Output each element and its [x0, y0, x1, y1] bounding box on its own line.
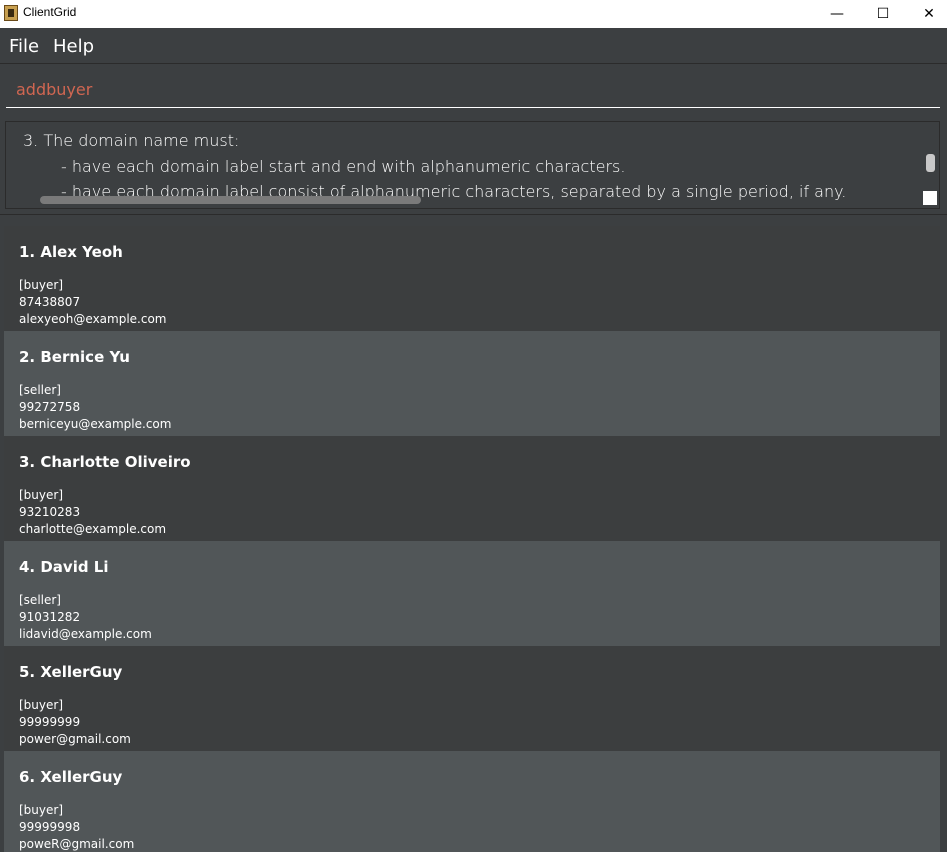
person-role: [seller] — [19, 383, 61, 397]
person-name: 5. XellerGuy — [19, 663, 123, 681]
person-name: 3. Charlotte Oliveiro — [19, 453, 191, 471]
person-role: [buyer] — [19, 803, 64, 817]
command-input[interactable] — [6, 72, 940, 108]
result-display[interactable]: 3. The domain name must: - have each dom… — [5, 121, 940, 209]
person-phone: 87438807 — [19, 295, 81, 309]
person-role: [seller] — [19, 593, 61, 607]
person-card[interactable]: 2. Bernice Yu [seller] 99272758 bernicey… — [4, 331, 940, 436]
maximize-icon[interactable]: ☐ — [860, 0, 906, 28]
result-line: 3. The domain name must: — [23, 131, 240, 150]
person-email: alexyeoh@example.com — [19, 312, 167, 326]
person-name: 6. XellerGuy — [19, 768, 123, 786]
scrollbar-corner — [923, 191, 937, 205]
person-role: [buyer] — [19, 488, 64, 502]
person-email: lidavid@example.com — [19, 627, 152, 641]
menu-bar: File Help — [0, 28, 947, 64]
person-role: [buyer] — [19, 698, 64, 712]
vertical-scrollbar-thumb[interactable] — [926, 154, 935, 172]
command-box — [0, 64, 947, 114]
result-line: - have each domain label start and end w… — [61, 157, 626, 176]
person-card[interactable]: 1. Alex Yeoh [buyer] 87438807 alexyeoh@e… — [4, 226, 940, 331]
app-icon — [4, 5, 18, 21]
result-display-panel: 3. The domain name must: - have each dom… — [0, 114, 947, 215]
person-phone: 99999998 — [19, 820, 81, 834]
person-email: berniceyu@example.com — [19, 417, 172, 431]
person-list[interactable]: 1. Alex Yeoh [buyer] 87438807 alexyeoh@e… — [0, 215, 947, 852]
person-name: 2. Bernice Yu — [19, 348, 130, 366]
person-name: 4. David Li — [19, 558, 109, 576]
person-email: poweR@gmail.com — [19, 837, 135, 851]
minimize-icon[interactable]: — — [814, 0, 860, 28]
person-phone: 99272758 — [19, 400, 81, 414]
horizontal-scrollbar-thumb[interactable] — [40, 196, 421, 204]
window-title: ClientGrid — [23, 5, 77, 19]
person-phone: 93210283 — [19, 505, 81, 519]
person-card[interactable]: 6. XellerGuy [buyer] 99999998 poweR@gmai… — [4, 751, 940, 852]
person-phone: 91031282 — [19, 610, 81, 624]
menu-file[interactable]: File — [9, 36, 39, 57]
person-name: 1. Alex Yeoh — [19, 243, 123, 261]
close-icon[interactable]: ✕ — [906, 0, 947, 28]
menu-help[interactable]: Help — [53, 36, 94, 57]
title-bar: ClientGrid — ☐ ✕ — [0, 0, 947, 28]
person-phone: 99999999 — [19, 715, 81, 729]
person-email: charlotte@example.com — [19, 522, 167, 536]
person-card[interactable]: 5. XellerGuy [buyer] 99999999 power@gmai… — [4, 646, 940, 751]
person-card[interactable]: 3. Charlotte Oliveiro [buyer] 93210283 c… — [4, 436, 940, 541]
person-role: [buyer] — [19, 278, 64, 292]
person-card[interactable]: 4. David Li [seller] 91031282 lidavid@ex… — [4, 541, 940, 646]
person-email: power@gmail.com — [19, 732, 131, 746]
